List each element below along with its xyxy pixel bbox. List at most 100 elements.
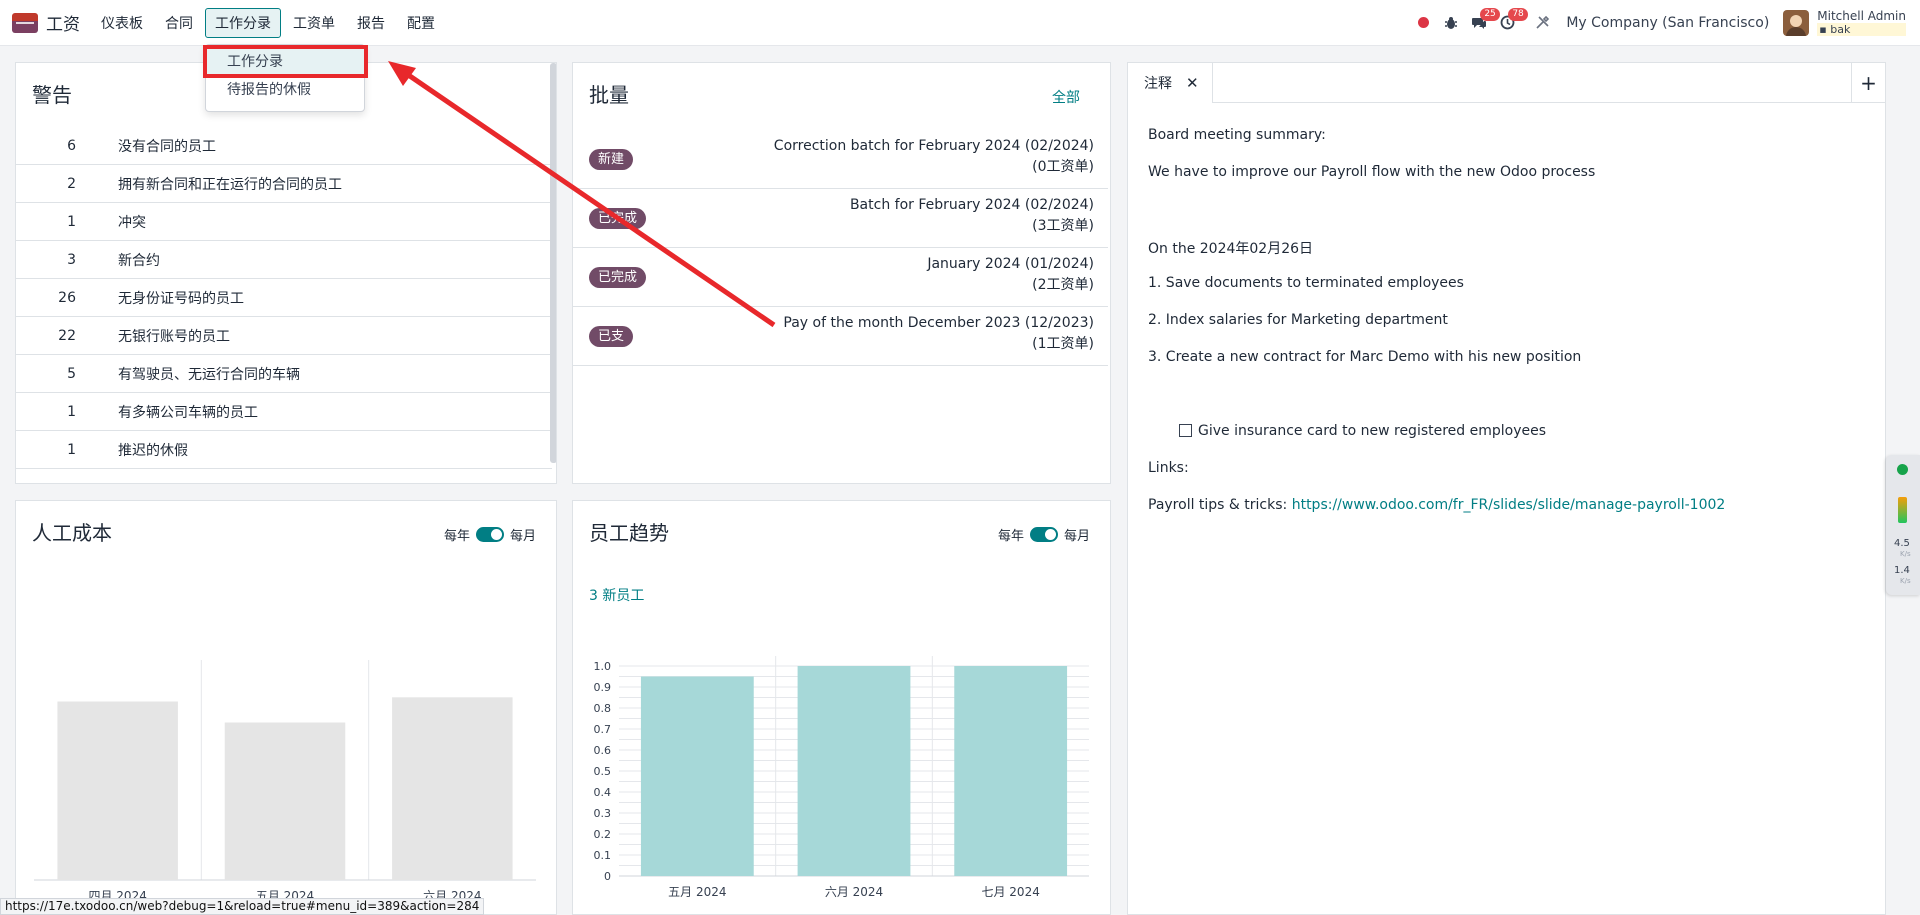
note-line[interactable]: 2. Index salaries for Marketing departme… [1148,312,1448,328]
user-avatar[interactable] [1783,9,1810,36]
checklist-item[interactable]: Give insurance card to new registered em… [1179,423,1546,439]
tab-notes[interactable]: 注释 ✕ [1128,63,1213,103]
labor-cost-card: 人工成本 每年 每月 四月 2024 五月 2024 六月 2024 [15,500,557,915]
batches-all-link[interactable]: 全部 [1052,87,1080,107]
user-name: Mitchell Admin [1817,8,1906,23]
chart-bar [224,722,346,880]
warning-label: 推迟的休假 [118,442,188,459]
payroll-app-icon [12,12,38,33]
employee-trend-chart: 0 0.1 0.2 0.3 0.4 0.5 0.6 0.7 0.8 0.9 1.0 五月 2024 六月… [594,656,1089,899]
batch-name: Correction batch for February 2024 (02/2… [773,138,1094,154]
batch-status-badge: 已完成 [589,208,647,229]
batch-status-badge: 已支 [589,326,634,347]
menu-configuration[interactable]: 配置 [397,8,445,38]
batch-row[interactable]: 已完成 Batch for February 2024 (02/2024) (3… [573,189,1108,248]
network-speed-widget[interactable]: 4.5 K/s 1.4 K/s [1886,455,1920,595]
note-line[interactable]: On the 2024年02月26日 [1148,238,1313,258]
chart-bar [797,666,911,876]
download-unit: K/s [1900,577,1911,585]
debug-bug-icon[interactable] [1438,10,1464,36]
checkbox[interactable] [1179,424,1192,437]
warning-label: 拥有新合同和正在运行的合同的员工 [118,176,342,193]
warning-count: 1 [67,213,76,230]
annotation-highlight-box [203,45,368,78]
y-tick-label: 0.7 [594,723,612,736]
batch-payslip-count: (1工资单) [1032,336,1094,352]
y-tick-label: 0.4 [594,786,612,799]
batch-row[interactable]: 已完成 January 2024 (01/2024) (2工资单) [573,248,1108,307]
warning-row[interactable]: 1 推迟的休假 [16,431,552,469]
warning-row[interactable]: 6 没有合同的员工 [16,127,552,165]
note-line[interactable]: 3. Create a new contract for Marc Demo w… [1148,349,1581,365]
warning-row[interactable]: 1 有多辆公司车辆的员工 [16,393,552,431]
batch-name: Batch for February 2024 (02/2024) [849,197,1094,213]
labor-cost-chart: 四月 2024 五月 2024 六月 2024 [34,660,536,903]
batch-row[interactable]: 已支 Pay of the month December 2023 (12/20… [573,307,1108,366]
payroll-tips-link[interactable]: https://www.odoo.com/fr_FR/slides/slide/… [1292,497,1726,513]
x-tick-label: 七月 2024 [981,885,1039,899]
menu-work-entries[interactable]: 工作分录 [205,7,281,38]
note-links-line[interactable]: Payroll tips & tricks: https://www.odoo.… [1148,497,1725,513]
y-tick-label: 0.2 [594,828,612,841]
warning-row[interactable]: 22 无银行账号的员工 [16,317,552,355]
warning-count: 1 [67,441,76,458]
menu-contracts[interactable]: 合同 [155,8,203,38]
note-line[interactable]: Links: [1148,460,1189,476]
note-line[interactable]: Board meeting summary: [1148,127,1326,143]
warning-row[interactable]: 1 冲突 [16,203,552,241]
record-icon[interactable] [1410,10,1436,36]
warning-label: 冲突 [118,214,146,231]
app-switcher[interactable]: 工资 [12,10,80,35]
batch-row[interactable]: 新建 Correction batch for February 2024 (0… [573,130,1108,189]
systray: 25 78 My Company (San Francisco) Mitchel… [1409,0,1920,46]
employee-trend-card: 员工趋势 每年 每月 3 新员工 0 0.1 0.2 0.3 0.4 0.5 0.6 0.7 0… [572,500,1111,915]
note-line[interactable]: We have to improve our Payroll flow with… [1148,164,1595,180]
warning-count: 22 [58,327,76,344]
warning-row[interactable]: 2 拥有新合同和正在运行的合同的员工 [16,165,552,203]
batch-info: Batch for February 2024 (02/2024) (3工资单) [850,195,1094,237]
x-tick-label: 五月 2024 [668,885,726,899]
company-switcher[interactable]: My Company (San Francisco) [1566,15,1769,31]
add-tab-plus-icon[interactable]: + [1851,63,1885,103]
status-dot-icon [1897,464,1908,475]
dropdown-item-time-off-to-report[interactable]: 待报告的休假 [206,77,364,103]
menu-dashboard[interactable]: 仪表板 [91,8,153,38]
batch-payslip-count: (3工资单) [1032,218,1094,234]
warning-label: 有驾驶员、无运行合同的车辆 [118,366,300,383]
batch-name: Pay of the month December 2023 (12/2023) [783,315,1094,331]
warning-label: 无银行账号的员工 [118,328,230,345]
speed-gauge-icon [1898,497,1907,523]
warning-count: 1 [67,403,76,420]
tab-notes-label: 注释 [1144,76,1172,92]
y-tick-label: 0.1 [594,849,612,862]
note-line[interactable]: 1. Save documents to terminated employee… [1148,275,1464,291]
batch-info: January 2024 (01/2024) (2工资单) [927,254,1094,296]
messages-icon[interactable]: 25 [1466,7,1500,36]
batch-info: Correction batch for February 2024 (02/2… [774,136,1094,178]
warning-row[interactable]: 3 新合约 [16,241,552,279]
y-tick-label: 0 [604,870,611,883]
batch-payslip-count: (2工资单) [1032,277,1094,293]
chart-bar [392,697,513,880]
y-tick-label: 0.6 [594,744,612,757]
menu-reporting[interactable]: 报告 [347,8,395,38]
chart-bar [954,666,1068,876]
warning-row[interactable]: 5 有驾驶员、无运行合同的车辆 [16,355,552,393]
activities-clock-icon[interactable]: 78 [1494,7,1528,36]
warning-count: 5 [67,365,76,382]
top-navbar: 工资 仪表板 合同 工作分录 工资单 报告 配置 25 78 My Compan… [0,0,1920,46]
warning-label: 新合约 [118,252,160,269]
link-status-bar: https://17e.txodoo.cn/web?debug=1&reload… [0,898,485,915]
tools-icon[interactable] [1529,10,1555,36]
close-icon[interactable]: ✕ [1186,74,1199,92]
chart-bar [640,676,754,876]
activities-badge: 78 [1508,7,1528,21]
database-icon: ▪ [1819,22,1827,36]
x-tick-label: 六月 2024 [825,885,883,899]
warning-row[interactable]: 26 无身份证号码的员工 [16,279,552,317]
menu-payslips[interactable]: 工资单 [283,8,345,38]
user-menu[interactable]: Mitchell Admin ▪ bak [1817,8,1906,36]
app-name[interactable]: 工资 [46,10,80,35]
warnings-scrollbar[interactable] [550,63,556,463]
warning-label: 无身份证号码的员工 [118,290,244,307]
